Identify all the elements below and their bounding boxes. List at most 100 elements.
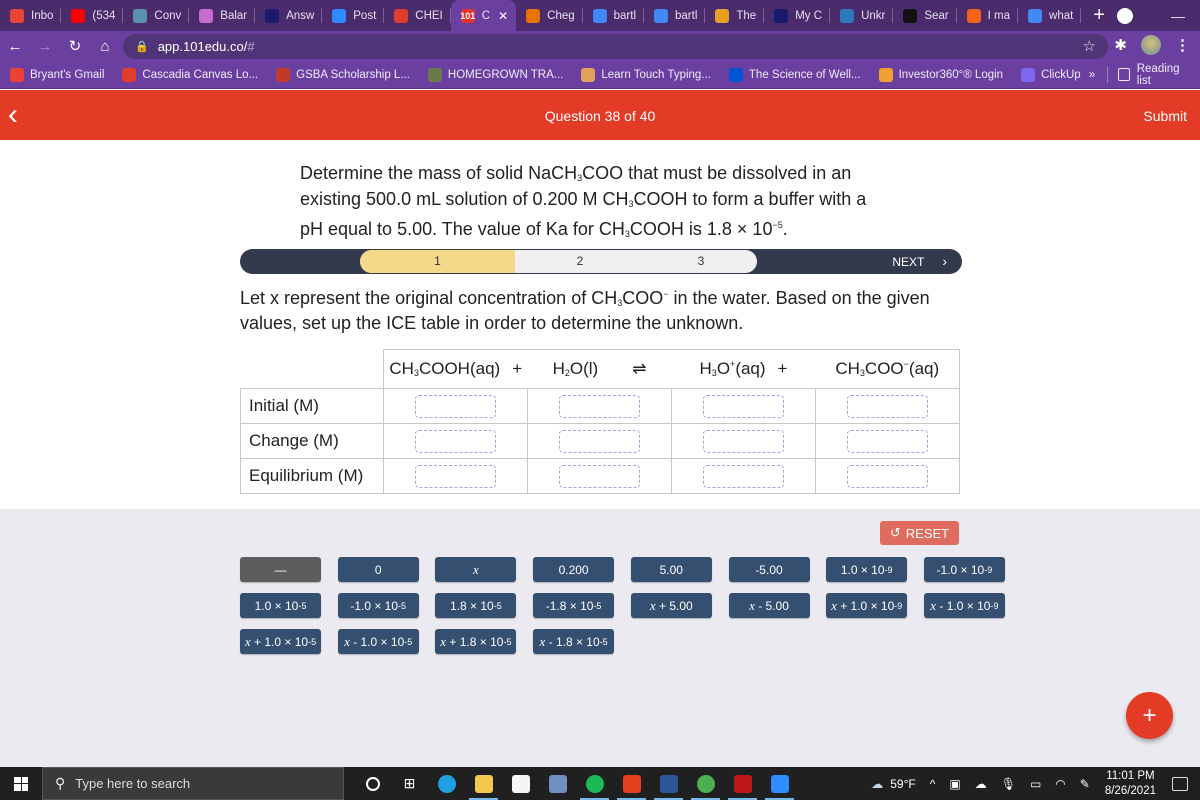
task-view-taskbar-button[interactable]: ⊞: [391, 767, 428, 800]
tab[interactable]: bartl: [583, 0, 645, 31]
answer-tile[interactable]: 5.00: [630, 557, 712, 582]
drop-target[interactable]: [559, 394, 640, 418]
tab[interactable]: Unkr: [830, 0, 894, 31]
answer-tile[interactable]: x + 1.8 × 10 -5: [435, 629, 517, 654]
tab[interactable]: Answ: [255, 0, 323, 31]
forward-icon[interactable]: →: [30, 38, 60, 55]
close-tab-icon[interactable]: ✕: [498, 9, 508, 23]
answer-tile[interactable]: 1.0 × 10 -5: [240, 593, 321, 618]
bookmark-item[interactable]: HOMEGROWN TRA...: [418, 67, 571, 82]
tab[interactable]: I ma: [957, 0, 1019, 31]
home-icon[interactable]: ⌂: [90, 38, 120, 55]
minimize-icon[interactable]: —: [1155, 8, 1200, 24]
drop-target[interactable]: [703, 429, 784, 453]
tab[interactable]: My C: [764, 0, 830, 31]
drop-target[interactable]: [847, 429, 928, 453]
address-bar[interactable]: 🔒 app.101edu.co/# ☆: [123, 34, 1108, 59]
meet-now-icon[interactable]: ▣: [949, 777, 960, 791]
bookmark-star-icon[interactable]: ☆: [1083, 37, 1096, 55]
tab[interactable]: Post: [322, 0, 385, 31]
tab[interactable]: Balar: [189, 0, 256, 31]
answer-tile[interactable]: 1.8 × 10 -5: [435, 593, 517, 618]
drop-target[interactable]: [415, 394, 496, 418]
profile-avatar[interactable]: [1141, 35, 1161, 55]
answer-tile[interactable]: 0: [337, 557, 419, 582]
answer-tile[interactable]: 1.0 × 10 -9: [826, 557, 908, 582]
bookmark-item[interactable]: GSBA Scholarship L...: [266, 67, 418, 82]
reading-list-button[interactable]: Reading list: [1137, 63, 1190, 87]
battery-icon[interactable]: ▭: [1030, 777, 1041, 791]
answer-tile[interactable]: x + 1.0 × 10 -5: [240, 629, 321, 654]
answer-tile[interactable]: -1.0 × 10 -5: [337, 593, 419, 618]
step-3[interactable]: 3: [645, 250, 757, 273]
spotify-taskbar-button[interactable]: [576, 767, 613, 800]
bookmark-item[interactable]: Investor360°® Login: [869, 67, 1012, 82]
tab[interactable]: (534: [61, 0, 124, 31]
menu-kebab-icon[interactable]: ⋮: [1175, 36, 1190, 54]
word-taskbar-button[interactable]: [650, 767, 687, 800]
step-1[interactable]: 1: [360, 250, 515, 273]
chrome-taskbar-button[interactable]: [687, 767, 724, 800]
tab[interactable]: what: [1018, 0, 1082, 31]
drop-target[interactable]: [559, 464, 640, 488]
file-explorer-taskbar-button[interactable]: [465, 767, 502, 800]
onedrive-icon[interactable]: ☁: [975, 777, 987, 791]
answer-tile[interactable]: x - 1.0 × 10 -9: [923, 593, 1005, 618]
edge-taskbar-button[interactable]: [428, 767, 465, 800]
taskbar-search-input[interactable]: ⚲ Type here to search: [42, 767, 344, 800]
extensions-icon[interactable]: ✱: [1114, 36, 1127, 54]
zoom-taskbar-button[interactable]: [761, 767, 798, 800]
bookmark-item[interactable]: Bryant's Gmail: [0, 67, 112, 82]
answer-tile[interactable]: x: [435, 557, 517, 582]
drop-target[interactable]: [847, 394, 928, 418]
bookmark-item[interactable]: The Science of Well...: [719, 67, 869, 82]
tab-active[interactable]: 101 C ✕: [450, 0, 517, 31]
drop-target[interactable]: [415, 464, 496, 488]
answer-tile[interactable]: x - 1.8 × 10 -5: [533, 629, 615, 654]
bookmark-item[interactable]: Learn Touch Typing...: [571, 67, 719, 82]
clock[interactable]: 11:01 PM 8/26/2021: [1105, 769, 1156, 799]
bookmarks-overflow-button[interactable]: »: [1089, 69, 1095, 81]
answer-tile[interactable]: -1.0 × 10 -9: [923, 557, 1005, 582]
tab[interactable]: CHEI: [384, 0, 452, 31]
weather-icon[interactable]: ☁: [871, 777, 883, 791]
drop-target[interactable]: [703, 394, 784, 418]
submit-button[interactable]: Submit: [1143, 108, 1187, 124]
calculator-taskbar-button[interactable]: [539, 767, 576, 800]
answer-tile[interactable]: x - 5.00: [728, 593, 810, 618]
notifications-icon[interactable]: [1172, 776, 1188, 791]
step-2[interactable]: 2: [515, 250, 645, 273]
answer-tile[interactable]: -5.00: [728, 557, 810, 582]
store-taskbar-button[interactable]: [502, 767, 539, 800]
drop-target[interactable]: [415, 429, 496, 453]
pen-icon[interactable]: ✎: [1080, 777, 1090, 791]
bookmark-item[interactable]: ClickUp: [1011, 67, 1089, 82]
drop-target[interactable]: [847, 464, 928, 488]
new-tab-button[interactable]: +: [1081, 4, 1117, 27]
answer-tile[interactable]: x + 5.00: [630, 593, 712, 618]
answer-tile[interactable]: 0.200: [533, 557, 615, 582]
wifi-icon[interactable]: ◠: [1055, 777, 1065, 791]
add-fab-button[interactable]: +: [1126, 692, 1173, 739]
answer-tile[interactable]: -1.8 × 10 -5: [533, 593, 615, 618]
start-button[interactable]: [0, 776, 42, 791]
show-hidden-icons-chevron-icon[interactable]: ^: [930, 777, 936, 791]
answer-tile[interactable]: x + 1.0 × 10 -9: [826, 593, 908, 618]
back-icon[interactable]: ←: [0, 38, 30, 55]
answer-tile[interactable]: —: [240, 557, 321, 582]
microphone-icon[interactable]: 🎙: [1001, 777, 1016, 791]
mcafee-taskbar-button[interactable]: [724, 767, 761, 800]
drop-target[interactable]: [559, 429, 640, 453]
tab[interactable]: bartl: [644, 0, 706, 31]
tab[interactable]: Cheg: [516, 0, 583, 31]
tab[interactable]: Sear: [893, 0, 957, 31]
tab-search-icon[interactable]: [1117, 7, 1133, 24]
cortana-taskbar-button[interactable]: [354, 767, 391, 800]
answer-tile[interactable]: x - 1.0 × 10 -5: [337, 629, 419, 654]
office-taskbar-button[interactable]: [613, 767, 650, 800]
drop-target[interactable]: [703, 464, 784, 488]
tab[interactable]: Conv: [123, 0, 190, 31]
reload-icon[interactable]: ↻: [60, 37, 90, 55]
next-button[interactable]: NEXT ›: [892, 249, 947, 275]
bookmark-item[interactable]: Cascadia Canvas Lo...: [112, 67, 266, 82]
